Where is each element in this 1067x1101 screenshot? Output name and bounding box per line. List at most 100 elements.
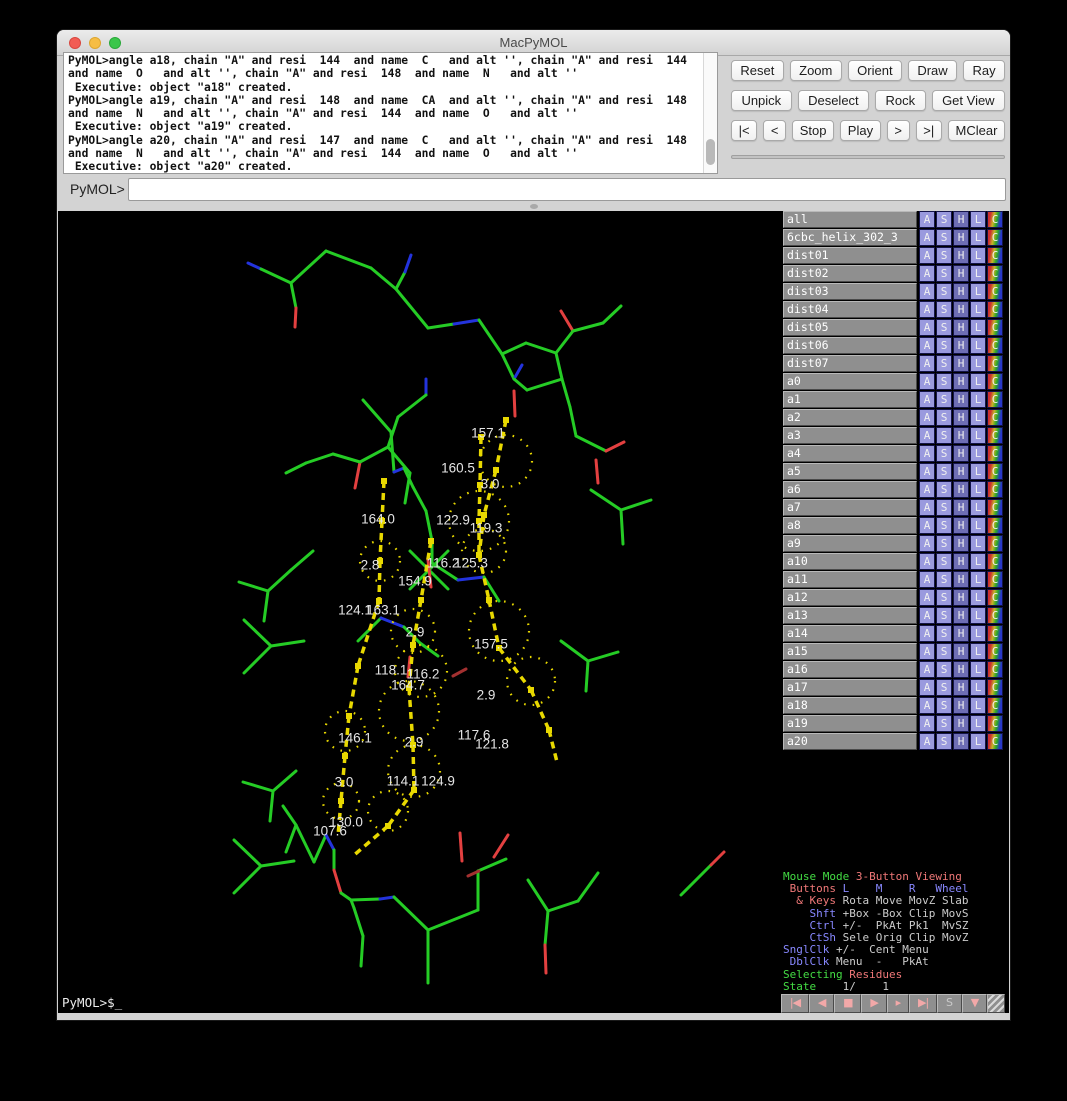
object-a5-l-button[interactable]: L <box>970 463 986 480</box>
console-scrollbar-thumb[interactable] <box>706 139 715 165</box>
-button[interactable]: |< <box>731 120 757 141</box>
stop-button[interactable]: Stop <box>792 120 834 141</box>
object-6cbc_helix_302_3-a-button[interactable]: A <box>919 229 935 246</box>
step-back-button[interactable]: ◀ <box>809 994 834 1013</box>
object-dist01-s-button[interactable]: S <box>936 247 952 264</box>
object-a15-h-button[interactable]: H <box>953 643 969 660</box>
object-6cbc_helix_302_3-s-button[interactable]: S <box>936 229 952 246</box>
object-a20-l-button[interactable]: L <box>970 733 986 750</box>
object-dist06-s-button[interactable]: S <box>936 337 952 354</box>
object-a2-h-button[interactable]: H <box>953 409 969 426</box>
unpick-button[interactable]: Unpick <box>731 90 792 111</box>
object-a12-h-button[interactable]: H <box>953 589 969 606</box>
object-dist07-l-button[interactable]: L <box>970 355 986 372</box>
object-name-dist04[interactable]: dist04 <box>783 301 917 318</box>
-button[interactable]: >| <box>916 120 942 141</box>
object-a1-l-button[interactable]: L <box>970 391 986 408</box>
movie-slider[interactable] <box>731 155 1005 159</box>
object-dist07-a-button[interactable]: A <box>919 355 935 372</box>
object-a17-a-button[interactable]: A <box>919 679 935 696</box>
object-name-dist05[interactable]: dist05 <box>783 319 917 336</box>
object-a1-h-button[interactable]: H <box>953 391 969 408</box>
object-6cbc_helix_302_3-h-button[interactable]: H <box>953 229 969 246</box>
object-a7-l-button[interactable]: L <box>970 499 986 516</box>
object-a1-c-button[interactable]: C <box>987 391 1003 408</box>
object-all-s-button[interactable]: S <box>936 211 952 228</box>
object-name-a18[interactable]: a18 <box>783 697 917 714</box>
object-a13-l-button[interactable]: L <box>970 607 986 624</box>
object-dist06-c-button[interactable]: C <box>987 337 1003 354</box>
object-a17-l-button[interactable]: L <box>970 679 986 696</box>
object-a3-s-button[interactable]: S <box>936 427 952 444</box>
object-a6-c-button[interactable]: C <box>987 481 1003 498</box>
-button[interactable]: > <box>887 120 910 141</box>
-button[interactable]: < <box>763 120 786 141</box>
object-a3-l-button[interactable]: L <box>970 427 986 444</box>
object-dist03-c-button[interactable]: C <box>987 283 1003 300</box>
object-a8-l-button[interactable]: L <box>970 517 986 534</box>
object-a10-h-button[interactable]: H <box>953 553 969 570</box>
object-name-a17[interactable]: a17 <box>783 679 917 696</box>
object-a16-a-button[interactable]: A <box>919 661 935 678</box>
object-a14-l-button[interactable]: L <box>970 625 986 642</box>
object-a6-a-button[interactable]: A <box>919 481 935 498</box>
object-name-a15[interactable]: a15 <box>783 643 917 660</box>
object-name-dist03[interactable]: dist03 <box>783 283 917 300</box>
object-dist04-c-button[interactable]: C <box>987 301 1003 318</box>
object-a19-l-button[interactable]: L <box>970 715 986 732</box>
object-dist02-h-button[interactable]: H <box>953 265 969 282</box>
object-dist06-l-button[interactable]: L <box>970 337 986 354</box>
object-name-a4[interactable]: a4 <box>783 445 917 462</box>
object-a12-l-button[interactable]: L <box>970 589 986 606</box>
object-a5-c-button[interactable]: C <box>987 463 1003 480</box>
object-a6-s-button[interactable]: S <box>936 481 952 498</box>
object-a7-a-button[interactable]: A <box>919 499 935 516</box>
object-a15-l-button[interactable]: L <box>970 643 986 660</box>
object-name-a19[interactable]: a19 <box>783 715 917 732</box>
object-a14-a-button[interactable]: A <box>919 625 935 642</box>
object-a18-h-button[interactable]: H <box>953 697 969 714</box>
object-dist04-l-button[interactable]: L <box>970 301 986 318</box>
object-dist01-l-button[interactable]: L <box>970 247 986 264</box>
object-6cbc_helix_302_3-c-button[interactable]: C <box>987 229 1003 246</box>
object-dist03-h-button[interactable]: H <box>953 283 969 300</box>
object-a14-s-button[interactable]: S <box>936 625 952 642</box>
object-dist02-l-button[interactable]: L <box>970 265 986 282</box>
object-a5-h-button[interactable]: H <box>953 463 969 480</box>
object-a12-s-button[interactable]: S <box>936 589 952 606</box>
object-name-6cbc_helix_302_3[interactable]: 6cbc_helix_302_3 <box>783 229 917 246</box>
object-a16-l-button[interactable]: L <box>970 661 986 678</box>
object-all-h-button[interactable]: H <box>953 211 969 228</box>
object-dist06-h-button[interactable]: H <box>953 337 969 354</box>
object-a0-l-button[interactable]: L <box>970 373 986 390</box>
reset-button[interactable]: Reset <box>731 60 784 81</box>
object-a8-s-button[interactable]: S <box>936 517 952 534</box>
object-name-a8[interactable]: a8 <box>783 517 917 534</box>
object-dist03-l-button[interactable]: L <box>970 283 986 300</box>
object-name-a1[interactable]: a1 <box>783 391 917 408</box>
object-a16-c-button[interactable]: C <box>987 661 1003 678</box>
object-dist03-a-button[interactable]: A <box>919 283 935 300</box>
object-a7-c-button[interactable]: C <box>987 499 1003 516</box>
object-a16-h-button[interactable]: H <box>953 661 969 678</box>
object-a20-a-button[interactable]: A <box>919 733 935 750</box>
object-all-a-button[interactable]: A <box>919 211 935 228</box>
object-name-a7[interactable]: a7 <box>783 499 917 516</box>
object-a20-s-button[interactable]: S <box>936 733 952 750</box>
orient-button[interactable]: Orient <box>848 60 902 81</box>
object-a11-l-button[interactable]: L <box>970 571 986 588</box>
object-a14-c-button[interactable]: C <box>987 625 1003 642</box>
object-a2-s-button[interactable]: S <box>936 409 952 426</box>
object-a11-a-button[interactable]: A <box>919 571 935 588</box>
object-a3-c-button[interactable]: C <box>987 427 1003 444</box>
object-a17-h-button[interactable]: H <box>953 679 969 696</box>
object-dist07-c-button[interactable]: C <box>987 355 1003 372</box>
object-6cbc_helix_302_3-l-button[interactable]: L <box>970 229 986 246</box>
object-dist01-a-button[interactable]: A <box>919 247 935 264</box>
object-a9-a-button[interactable]: A <box>919 535 935 552</box>
object-dist05-h-button[interactable]: H <box>953 319 969 336</box>
splitter-handle[interactable] <box>530 204 538 209</box>
object-a17-s-button[interactable]: S <box>936 679 952 696</box>
panel-menu-button[interactable]: ▼ <box>962 994 987 1013</box>
play-button[interactable]: ▶ <box>861 994 886 1013</box>
